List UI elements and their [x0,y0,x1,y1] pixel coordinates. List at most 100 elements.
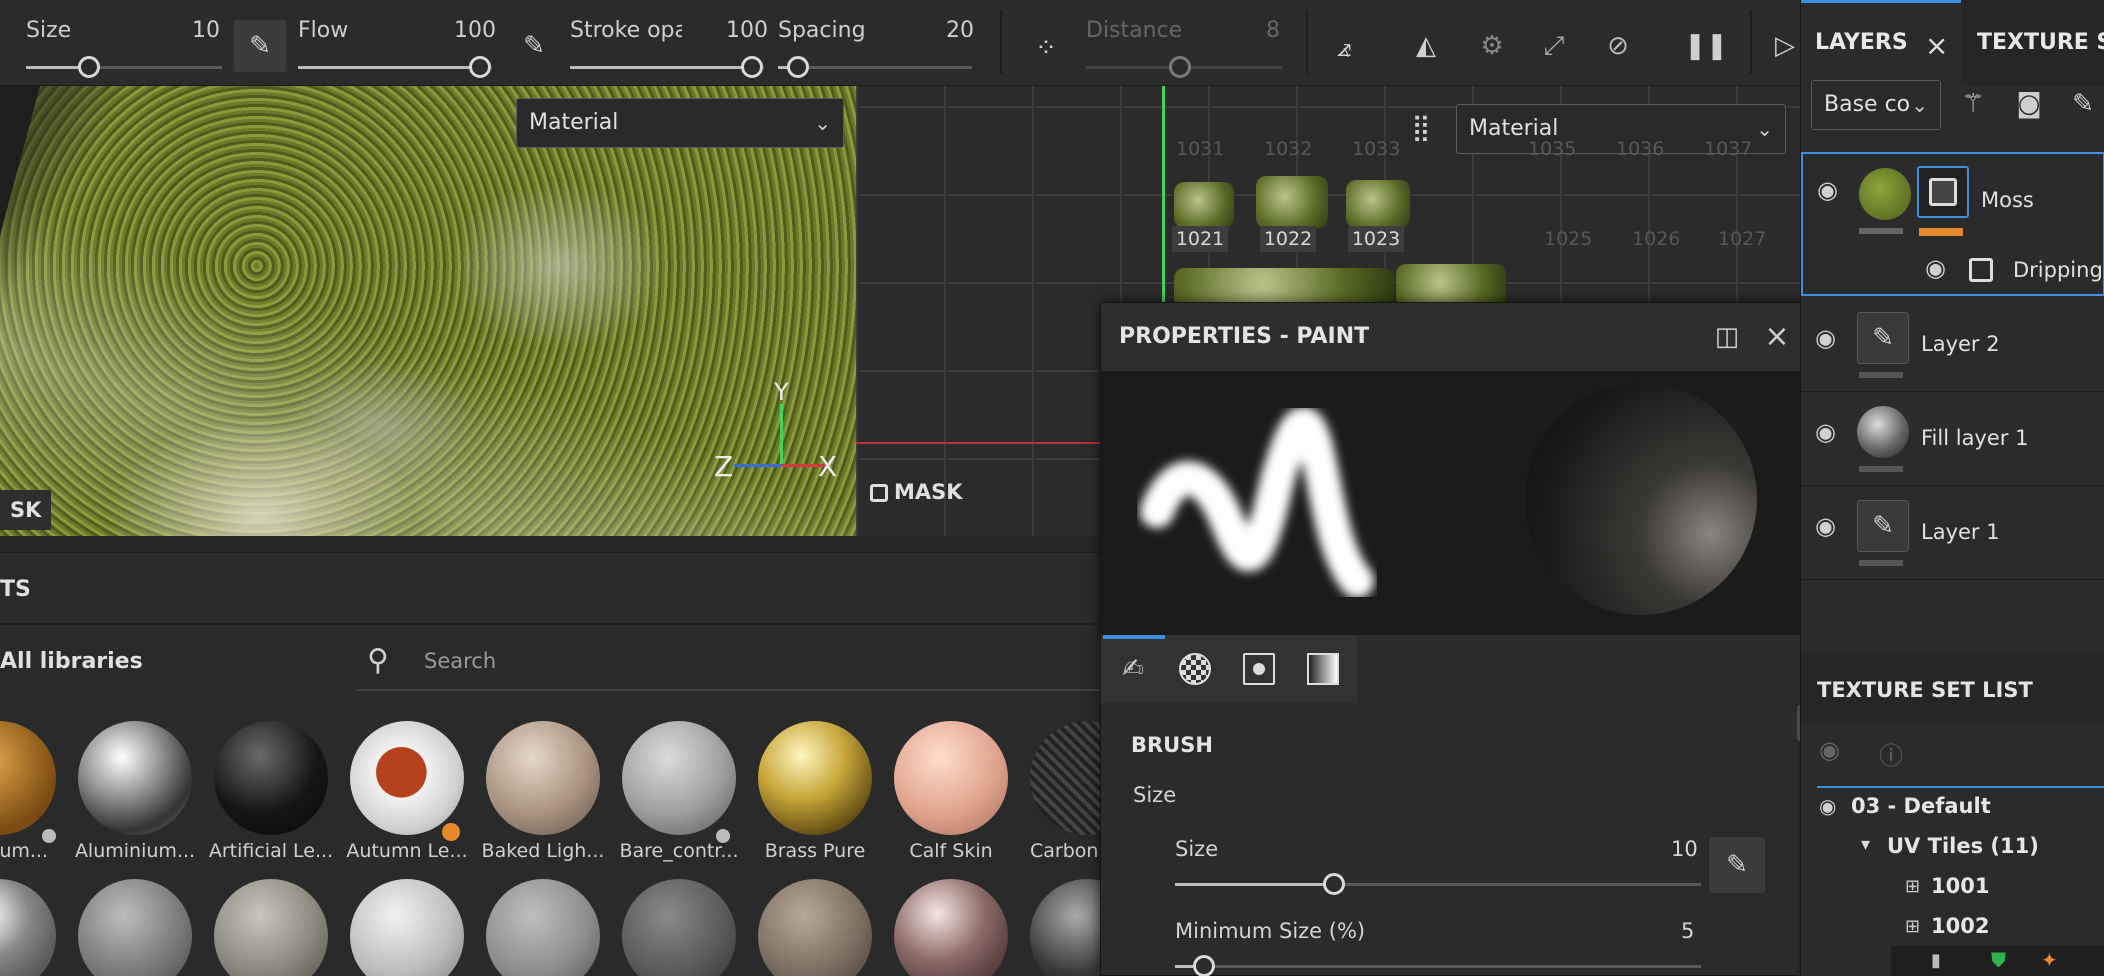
flow-slider-handle[interactable] [469,56,491,78]
search-input[interactable]: Search [424,649,496,673]
minimum-size-slider[interactable] [1175,955,1701,976]
properties-paint-panel: PROPERTIES - PAINT ◫ × ✍ BRUSH Size Size… [1100,302,1815,976]
uv-tiles-group[interactable]: UV Tiles (11) [1887,834,2039,858]
asset-thumbnail[interactable] [894,879,1008,976]
spacing-slider[interactable] [778,56,972,78]
add-effect-icon[interactable]: ⚚ [1951,84,1995,124]
viewport-3d-material-select[interactable]: Material ⌄ [516,98,844,148]
distance-slider-handle[interactable] [1169,56,1191,78]
asset-thumbnail[interactable] [622,721,736,835]
texture-set-name[interactable]: 03 - Default [1851,794,1991,818]
eye-icon[interactable]: ◉ [1819,794,1836,818]
uv-tile-1032: 1032 [1264,138,1313,160]
layer-row-layer-2[interactable]: ◉ ✎ Layer 2 [1801,298,2104,392]
stencil-tab-icon[interactable] [1243,653,1275,685]
pen-pressure-icon: ✎ [249,31,271,61]
search-icon: ⚲ [367,643,389,678]
uv-tile-1021[interactable]: 1021 [1172,226,1228,252]
chevron-down-icon[interactable]: ▾ [1861,834,1870,855]
alpha-tab-icon[interactable] [1179,653,1211,685]
distance-slider[interactable] [1086,56,1282,78]
symmetry-icon[interactable]: ◭ [1404,26,1448,66]
asset-search-field[interactable]: ⚲ Search [356,637,1100,691]
layer-row-moss[interactable]: ◉ Moss ◉ Dripping ... [1801,152,2104,296]
mask-thumbnail[interactable] [1917,166,1969,218]
add-paint-layer-icon[interactable]: ✎ [2063,84,2103,124]
asset-thumbnail[interactable] [758,879,872,976]
brush-section-title: BRUSH [1131,733,1213,757]
assets-divider [0,623,1100,625]
spacing-slider-handle[interactable] [787,56,809,78]
tab-texture-set-settings[interactable]: TEXTURE SE [1977,0,2104,86]
asset-thumbnail[interactable] [214,721,328,835]
close-icon[interactable]: × [1925,29,1948,62]
dock-panel-icon[interactable]: ◫ [1707,317,1747,357]
flow-slider[interactable] [298,56,492,78]
close-icon[interactable]: × [1757,317,1797,357]
asset-thumbnail[interactable] [0,879,56,976]
viewport-uv-mask-label: MASK [894,480,963,504]
minimum-size-slider-handle[interactable] [1193,955,1215,976]
layer-row-layer-1[interactable]: ◉ ✎ Layer 1 [1801,486,2104,580]
tab-layers[interactable]: LAYERS × [1801,0,1961,86]
eye-icon[interactable]: ◉ [1815,418,1836,446]
asset-thumbnail[interactable] [486,879,600,976]
asset-thumbnail[interactable] [350,721,464,835]
properties-size-value: 10 [1671,837,1698,861]
properties-size-slider[interactable] [1175,873,1701,895]
asset-thumbnail[interactable] [0,721,56,835]
layer-thumbnail [1857,406,1909,458]
transform-icon[interactable]: ⤢ [1532,26,1576,66]
asset-thumbnail[interactable] [758,721,872,835]
size-slider-handle[interactable] [78,56,100,78]
channel-select[interactable]: Base co ⌄ [1811,80,1941,130]
viewport-3d[interactable]: Material ⌄ Y Z X SK [0,86,856,536]
stroke-opacity-label: Stroke opac [570,18,682,43]
material-tab-icon[interactable] [1307,653,1339,685]
properties-size-slider-handle[interactable] [1323,873,1345,895]
uv-tile-item[interactable]: 1001 [1931,874,1989,898]
eye-icon[interactable]: ◉ [1817,176,1838,204]
channel-select-value: Base co [1824,92,1911,117]
size-pen-pressure-button[interactable]: ✎ [1709,837,1765,893]
camera-icon[interactable]: ▷ [1770,26,1800,66]
add-mask-icon[interactable]: ◙ [2007,84,2051,124]
alignment-icon[interactable]: ⦨ [1322,28,1366,68]
asset-thumbnail[interactable] [622,879,736,976]
texture-set-list-title: TEXTURE SET LIST [1817,678,2033,702]
size-pressure-button[interactable]: ✎ [234,20,286,72]
uv-tile-1023[interactable]: 1023 [1348,226,1404,252]
size-slider[interactable] [26,56,222,78]
uv-info-icon[interactable]: ⣿ [1396,108,1446,148]
visibility-toggle-icon[interactable]: ◉ [1819,736,1840,764]
info-icon[interactable]: ⓘ [1879,736,1903,771]
eye-icon[interactable]: ◉ [1815,512,1836,540]
pause-icon[interactable]: ❚❚ [1684,26,1728,66]
library-selector[interactable]: All libraries [0,649,143,674]
layer-row-fill-layer-1[interactable]: ◉ Fill layer 1 [1801,392,2104,486]
uv-tile-1027: 1027 [1718,228,1767,250]
asset-thumbnail[interactable] [78,721,192,835]
lazy-mouse-icon[interactable]: ⁘ [1026,28,1066,68]
flow-pressure-icon[interactable]: ✎ [514,26,554,66]
uv-tile-item[interactable]: 1002 [1931,914,1989,938]
brush-tab-icon[interactable]: ✍ [1111,649,1155,689]
hide-selection-icon[interactable]: ⊘ [1596,26,1640,66]
asset-thumbnail[interactable] [350,879,464,976]
toolbar-divider-3 [1750,10,1752,74]
asset-thumbnail[interactable] [214,879,328,976]
stroke-opacity-slider[interactable] [570,56,764,78]
eye-icon[interactable]: ◉ [1925,254,1946,282]
axis-z-label: Z [714,450,734,483]
asset-thumbnail[interactable] [894,721,1008,835]
stroke-opacity-slider-handle[interactable] [741,56,763,78]
uv-tile-1022[interactable]: 1022 [1260,226,1316,252]
layer-thumbnail: ✎ [1857,500,1909,552]
asset-thumbnail[interactable] [78,879,192,976]
shield-icon: ⛊ [1991,948,2006,972]
layer-name: Layer 2 [1921,332,2000,356]
asset-name: Brass Pure [764,840,866,862]
mirror-settings-icon[interactable]: ⚙ [1470,26,1514,66]
eye-icon[interactable]: ◉ [1815,324,1836,352]
asset-thumbnail[interactable] [486,721,600,835]
